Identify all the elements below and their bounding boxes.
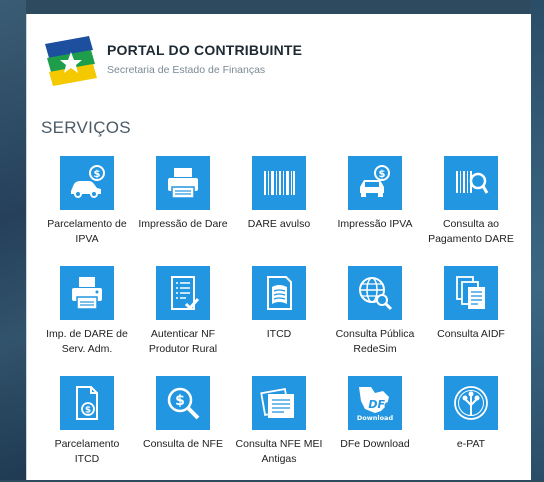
receipts-icon bbox=[260, 388, 294, 418]
svg-text:$: $ bbox=[85, 406, 91, 416]
background-left bbox=[0, 0, 26, 480]
documents-stack-icon bbox=[456, 276, 485, 309]
service-label: Parcelamento de IPVA bbox=[47, 218, 127, 245]
car-dollar-icon: $ bbox=[360, 165, 390, 197]
checklist-icon bbox=[171, 276, 200, 311]
service-tile[interactable]: Consulta Pública RedeSim bbox=[327, 264, 423, 372]
service-tile[interactable]: Impressão de Dare bbox=[135, 154, 231, 262]
service-tile[interactable]: Consulta AIDF bbox=[423, 264, 519, 372]
service-tile[interactable]: Imp. de DARE de Serv. Adm. bbox=[39, 264, 135, 372]
service-label: Imp. de DARE de Serv. Adm. bbox=[46, 328, 128, 355]
service-tile[interactable]: $ Parcelamento ITCD bbox=[39, 374, 135, 482]
service-tile[interactable]: Consulta ao Pagamento DARE bbox=[423, 154, 519, 262]
service-label: Consulta ao Pagamento DARE bbox=[428, 218, 514, 245]
service-tile[interactable]: ITCD bbox=[231, 264, 327, 372]
service-label: Consulta de NFE bbox=[143, 438, 223, 450]
service-label: Autenticar NF Produtor Rural bbox=[148, 328, 218, 355]
service-label: Consulta NFE MEI Antigas bbox=[235, 438, 323, 465]
service-label: Impressão IPVA bbox=[337, 218, 413, 230]
service-tile[interactable]: Autenticar NF Produtor Rural bbox=[135, 264, 231, 372]
printer-icon bbox=[168, 168, 198, 199]
service-tile[interactable]: e-PAT bbox=[423, 374, 519, 482]
document-map-icon bbox=[267, 276, 292, 310]
service-tile[interactable]: DFe Download DFe Download bbox=[327, 374, 423, 482]
service-label: Impressão de Dare bbox=[138, 218, 228, 230]
service-label: Consulta AIDF bbox=[437, 328, 505, 340]
main-panel: PORTAL DO CONTRIBUINTE Secretaria de Est… bbox=[26, 14, 531, 480]
service-label: DARE avulso bbox=[247, 218, 311, 230]
document-dollar-icon: $ bbox=[76, 386, 98, 420]
printer-document-icon bbox=[72, 277, 102, 310]
dfe-logo-text: DFe bbox=[368, 398, 392, 411]
dfe-logo-subtext: Download bbox=[357, 414, 394, 422]
portal-subtitle: Secretaria de Estado de Finanças bbox=[107, 64, 266, 76]
service-label: ITCD bbox=[266, 328, 292, 340]
dfe-download-icon: DFe Download bbox=[357, 387, 394, 422]
background-right bbox=[530, 0, 544, 480]
service-tile[interactable]: Consulta NFE MEI Antigas bbox=[231, 374, 327, 482]
service-tile[interactable]: $ Parcelamento de IPVA bbox=[39, 154, 135, 262]
globe-search-icon bbox=[359, 277, 393, 311]
portal-brand[interactable]: PORTAL DO CONTRIBUINTE Secretaria de Est… bbox=[41, 36, 481, 86]
state-logo-icon bbox=[45, 36, 97, 86]
portal-title: PORTAL DO CONTRIBUINTE bbox=[107, 42, 303, 58]
barcode-search-icon bbox=[456, 171, 489, 194]
service-tile[interactable]: DARE avulso bbox=[231, 154, 327, 262]
service-label: Parcelamento ITCD bbox=[54, 438, 120, 465]
service-label: e-PAT bbox=[456, 438, 486, 450]
svg-text:$: $ bbox=[379, 169, 386, 180]
tree-seal-icon bbox=[454, 386, 488, 420]
service-tile[interactable]: $ Impressão IPVA bbox=[327, 154, 423, 262]
service-label: Consulta Pública RedeSim bbox=[335, 328, 415, 355]
svg-text:$: $ bbox=[94, 169, 101, 180]
service-tile[interactable]: $ Consulta de NFE bbox=[135, 374, 231, 482]
section-title: SERVIÇOS bbox=[41, 118, 131, 137]
car-dollar-icon: $ bbox=[71, 165, 105, 198]
barcode-icon bbox=[264, 171, 295, 195]
svg-text:$: $ bbox=[175, 393, 185, 409]
magnifier-dollar-icon: $ bbox=[167, 387, 200, 420]
service-label: DFe Download bbox=[340, 438, 410, 450]
